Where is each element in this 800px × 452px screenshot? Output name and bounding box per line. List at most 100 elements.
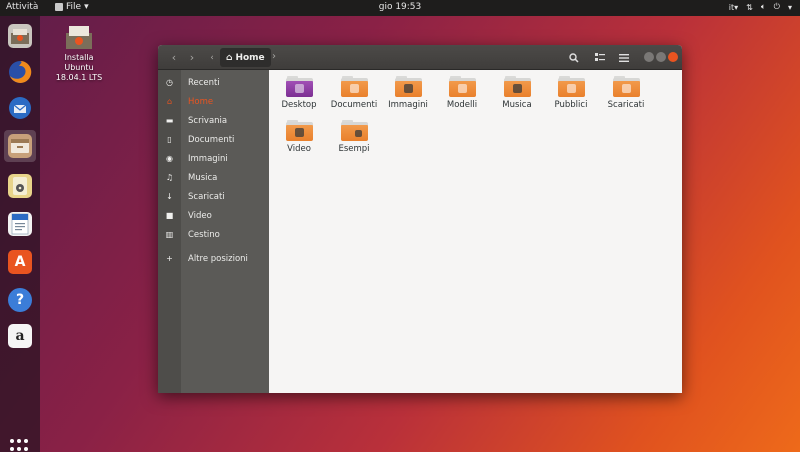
menu-button[interactable] [614, 49, 634, 66]
sidebar-item-label: Recenti [188, 77, 220, 88]
sidebar-item-label: Immagini [188, 153, 228, 164]
sidebar-item-musica[interactable]: ♫ Musica [158, 168, 269, 187]
home-icon: ⌂ [226, 52, 233, 63]
maximize-button[interactable] [656, 52, 666, 62]
rhythmbox-icon [8, 174, 32, 198]
file-item-documenti[interactable]: Documenti [325, 76, 383, 110]
file-label: Scaricati [607, 100, 645, 110]
installer-icon [8, 24, 32, 48]
dock-software[interactable]: A [4, 246, 36, 278]
file-label: Desktop [281, 100, 317, 110]
sidebar-item-label: Scaricati [188, 191, 225, 202]
folder-templates-icon [448, 76, 476, 97]
power-icon[interactable]: ⏻ [774, 2, 780, 12]
network-icon[interactable]: ⇅ [746, 3, 753, 12]
file-item-pubblici[interactable]: Pubblici [542, 76, 600, 110]
dock: A ? a [0, 16, 40, 452]
system-tray[interactable]: it▾ ⇅ 🔈︎ ⏻ ▾ [729, 2, 792, 12]
sidebar-item-scaricati[interactable]: ↓ Scaricati [158, 187, 269, 206]
path-bar-home[interactable]: ⌂ Home [220, 48, 271, 67]
top-bar: Attività File ▾ gio 19:53 it▾ ⇅ 🔈︎ ⏻ ▾ [0, 0, 800, 16]
desktop-installer-icon[interactable]: Installa Ubuntu 18.04.1 LTS [52, 24, 106, 83]
places-sidebar: ◷ Recenti ⌂ Home ▬ Scrivania ▯ Documenti… [158, 70, 269, 393]
sidebar-item-label: Scrivania [188, 115, 228, 126]
sidebar-item-altre-posizioni[interactable]: + Altre posizioni [158, 249, 269, 268]
search-button[interactable] [564, 49, 584, 66]
back-button[interactable]: ‹ [167, 51, 181, 65]
file-label: Video [287, 144, 311, 154]
forward-button[interactable]: › [185, 51, 199, 65]
camera-icon: ◉ [166, 154, 173, 163]
folder-examples-icon [340, 120, 368, 141]
language-label: it [728, 2, 735, 12]
file-label: Modelli [446, 100, 478, 110]
file-item-immagini[interactable]: Immagini [379, 76, 437, 110]
folder-desktop-icon [285, 76, 313, 97]
search-icon [569, 52, 579, 63]
sidebar-item-label: Musica [188, 172, 218, 183]
dock-installer[interactable] [4, 20, 36, 52]
language-indicator[interactable]: it▾ [729, 3, 738, 12]
dock-files[interactable] [4, 130, 36, 162]
file-item-esempi[interactable]: Esempi [325, 120, 383, 154]
sidebar-item-label: Cestino [188, 229, 220, 240]
folder-documents-icon [340, 76, 368, 97]
sidebar-item-documenti[interactable]: ▯ Documenti [158, 130, 269, 149]
sidebar-item-label: Video [188, 210, 212, 221]
file-label: Esempi [338, 144, 370, 154]
file-item-modelli[interactable]: Modelli [433, 76, 491, 110]
software-icon: A [8, 250, 32, 274]
path-back-icon[interactable]: ‹ [205, 51, 219, 65]
path-forward-icon[interactable]: › [272, 51, 276, 62]
close-button[interactable] [668, 52, 678, 62]
chevron-down-icon[interactable]: ▾ [788, 3, 792, 12]
dock-firefox[interactable] [4, 56, 36, 88]
sidebar-item-label: Documenti [188, 134, 235, 145]
firefox-icon [8, 60, 32, 84]
clock[interactable]: gio 19:53 [0, 2, 800, 12]
file-label: Pubblici [554, 100, 588, 110]
video-icon: ■ [165, 211, 174, 220]
hamburger-icon [619, 53, 629, 62]
files-window: ‹ › ‹ ⌂ Home › ◷ Recenti ⌂ Home ▬ Scriva… [158, 45, 682, 393]
sidebar-item-cestino[interactable]: ▥ Cestino [158, 225, 269, 244]
folder-downloads-icon [612, 76, 640, 97]
volume-icon[interactable]: 🔈︎ [761, 2, 766, 12]
installer-icon [64, 24, 94, 50]
path-label: Home [235, 52, 265, 63]
list-view-icon [595, 53, 605, 61]
dock-thunderbird[interactable] [4, 92, 36, 124]
help-icon: ? [8, 288, 32, 312]
file-item-video[interactable]: Video [270, 120, 328, 154]
file-label: Musica [502, 100, 532, 110]
app-grid-icon[interactable] [10, 439, 30, 452]
music-icon: ♫ [165, 173, 174, 182]
file-item-scaricati[interactable]: Scaricati [597, 76, 655, 110]
desktop-icon-label: Installa Ubuntu 18.04.1 LTS [55, 53, 103, 82]
dock-rhythmbox[interactable] [4, 170, 36, 202]
minimize-button[interactable] [644, 52, 654, 62]
file-item-desktop[interactable]: Desktop [270, 76, 328, 110]
view-options-button[interactable] [590, 49, 610, 66]
thunderbird-icon [8, 96, 32, 120]
writer-icon [8, 212, 32, 236]
dock-writer[interactable] [4, 208, 36, 240]
file-view[interactable]: Desktop Documenti Immagini Modelli Music… [269, 70, 682, 393]
dock-amazon[interactable]: a [4, 320, 36, 352]
file-label: Documenti [330, 100, 378, 110]
sidebar-item-home[interactable]: ⌂ Home [158, 92, 269, 111]
document-icon: ▯ [167, 135, 172, 144]
dock-help[interactable]: ? [4, 284, 36, 316]
sidebar-item-immagini[interactable]: ◉ Immagini [158, 149, 269, 168]
files-icon [8, 134, 32, 158]
header-bar: ‹ › ‹ ⌂ Home › [158, 45, 682, 70]
file-item-musica[interactable]: Musica [488, 76, 546, 110]
sidebar-item-label: Home [188, 96, 214, 107]
folder-music-icon [503, 76, 531, 97]
sidebar-item-scrivania[interactable]: ▬ Scrivania [158, 111, 269, 130]
folder-pictures-icon [394, 76, 422, 97]
folder-public-icon [557, 76, 585, 97]
amazon-icon: a [8, 324, 32, 348]
sidebar-item-video[interactable]: ■ Video [158, 206, 269, 225]
sidebar-item-recenti[interactable]: ◷ Recenti [158, 73, 269, 92]
